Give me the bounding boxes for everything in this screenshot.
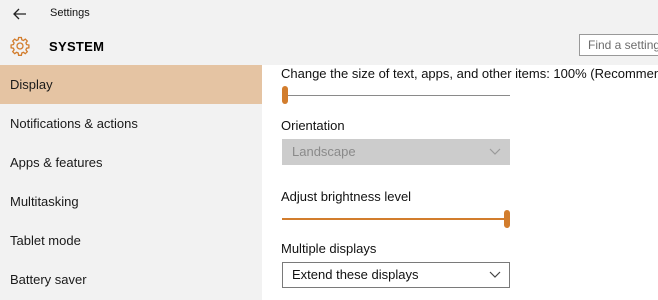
multiple-displays-dropdown[interactable]: Extend these displays: [282, 262, 510, 288]
scale-label: Change the size of text, apps, and other…: [281, 66, 658, 81]
page-title: SYSTEM: [49, 39, 105, 54]
multiple-displays-value: Extend these displays: [292, 267, 419, 282]
sidebar-item-display[interactable]: Display: [0, 65, 262, 104]
display-settings-panel: Change the size of text, apps, and other…: [262, 65, 658, 300]
title-bar: Settings: [0, 0, 658, 28]
brightness-slider-fill: [282, 218, 508, 220]
window-title: Settings: [50, 7, 90, 19]
sidebar-item-label: Battery saver: [10, 272, 87, 287]
sidebar: Display Notifications & actions Apps & f…: [0, 65, 262, 300]
orientation-dropdown: Landscape: [282, 139, 510, 165]
sidebar-item-tablet-mode[interactable]: Tablet mode: [0, 221, 262, 260]
sidebar-item-apps-features[interactable]: Apps & features: [0, 143, 262, 182]
back-button[interactable]: [8, 4, 32, 24]
sidebar-item-battery-saver[interactable]: Battery saver: [0, 260, 262, 299]
chevron-down-icon: [489, 148, 501, 155]
sidebar-item-label: Display: [10, 77, 53, 92]
orientation-label: Orientation: [281, 118, 345, 133]
brightness-slider-thumb[interactable]: [504, 210, 510, 228]
sidebar-item-notifications-actions[interactable]: Notifications & actions: [0, 104, 262, 143]
sidebar-item-multitasking[interactable]: Multitasking: [0, 182, 262, 221]
sidebar-item-label: Multitasking: [10, 194, 79, 209]
orientation-value: Landscape: [292, 144, 356, 159]
chevron-down-icon: [489, 271, 501, 278]
gear-icon: [10, 36, 30, 56]
page-header: SYSTEM: [0, 28, 658, 65]
scale-slider-track: [282, 95, 510, 96]
brightness-label: Adjust brightness level: [281, 189, 412, 204]
sidebar-item-label: Apps & features: [10, 155, 103, 170]
multiple-displays-label: Multiple displays: [281, 241, 377, 256]
back-arrow-icon: [13, 8, 26, 20]
scale-slider-thumb[interactable]: [282, 86, 288, 104]
sidebar-item-label: Notifications & actions: [10, 116, 138, 131]
sidebar-item-label: Tablet mode: [10, 233, 81, 248]
search-input[interactable]: [579, 34, 658, 56]
